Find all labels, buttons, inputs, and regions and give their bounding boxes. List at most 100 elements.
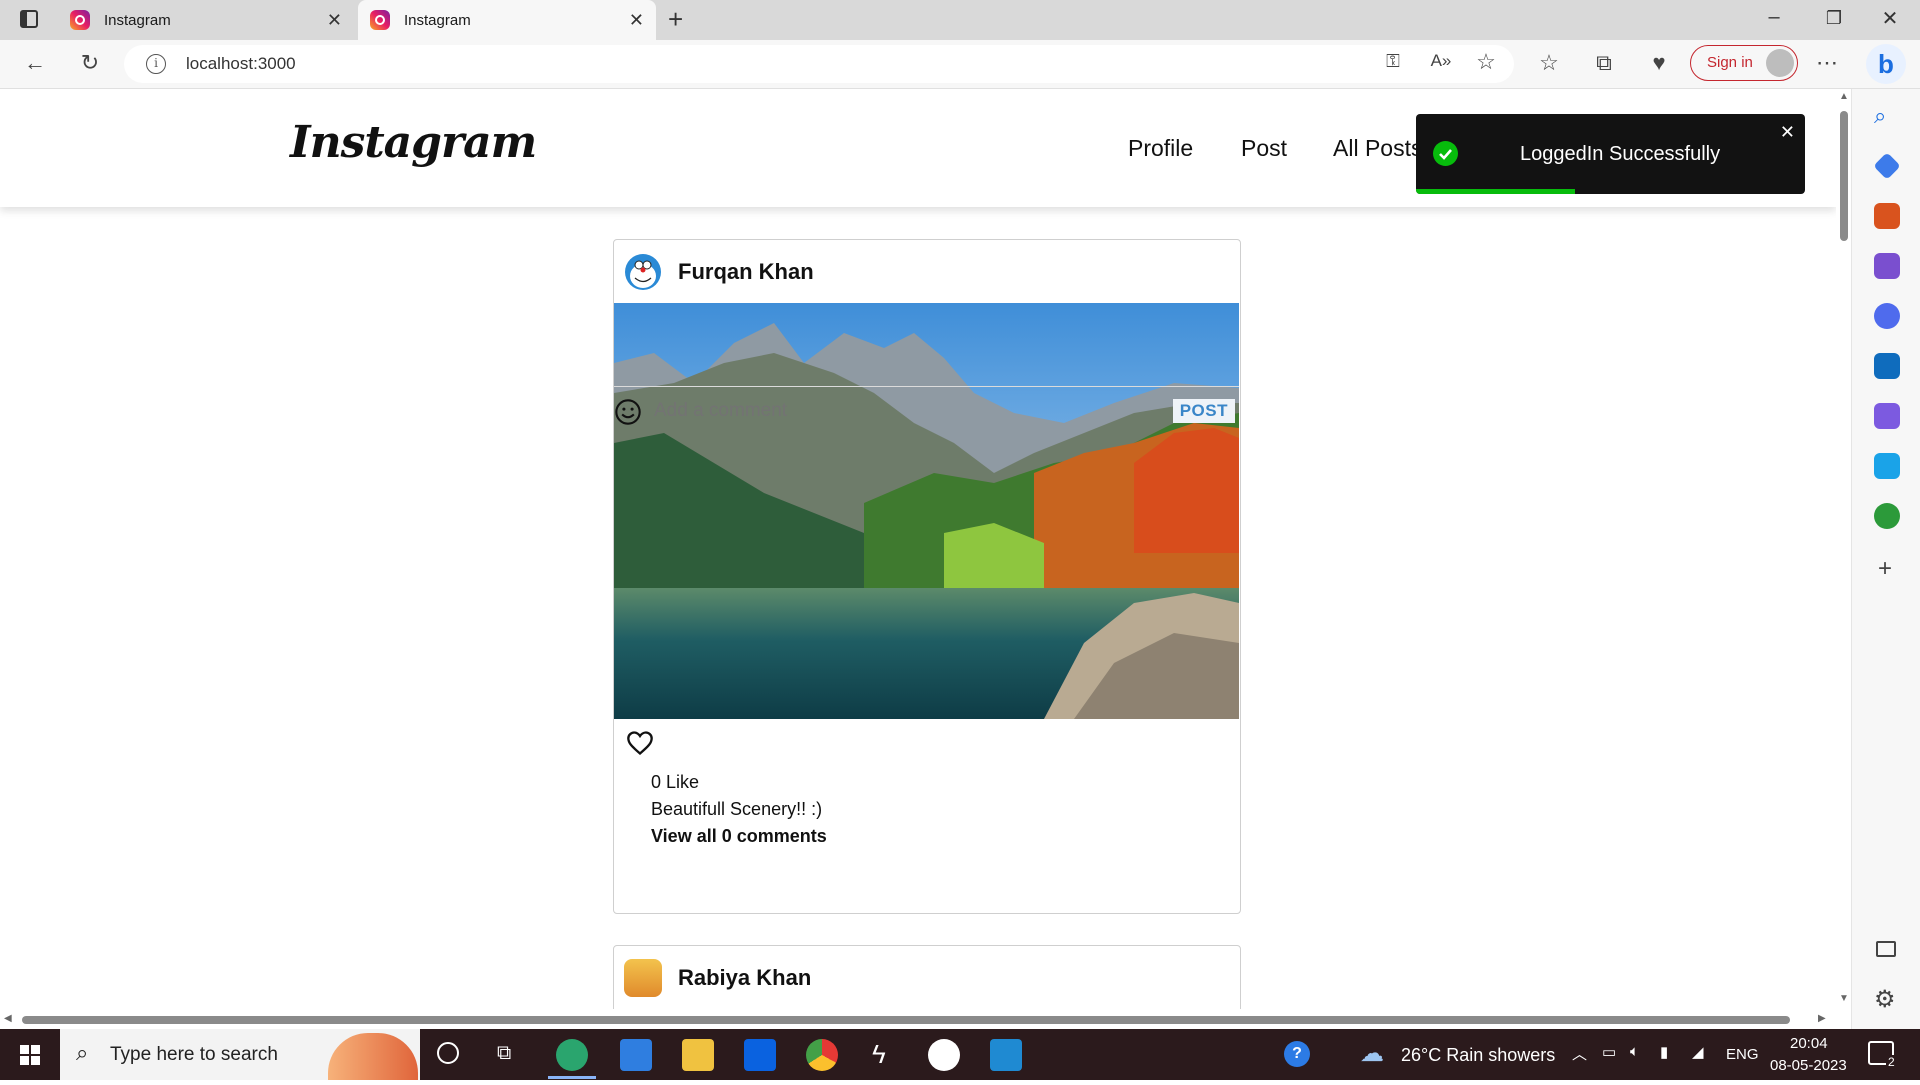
nav-post[interactable]: Post — [1241, 135, 1287, 162]
profile-avatar-icon — [1766, 49, 1794, 77]
nav-profile[interactable]: Profile — [1128, 135, 1193, 162]
vertical-scrollbar[interactable]: ▲ ▼ — [1836, 89, 1851, 1009]
post-header: Furqan Khan — [614, 240, 1240, 303]
post-comment-button[interactable]: POST — [1172, 399, 1235, 423]
send-icon[interactable] — [1874, 453, 1900, 479]
toast-notification: LoggedIn Successfully ✕ — [1416, 114, 1805, 194]
comment-input[interactable] — [654, 394, 1144, 428]
lightning-app-icon[interactable]: ϟ — [872, 1039, 886, 1070]
file-explorer-icon[interactable] — [682, 1039, 714, 1071]
success-check-icon — [1433, 141, 1458, 166]
read-aloud-icon[interactable]: A» — [1426, 51, 1456, 71]
key-icon[interactable]: ⚿ — [1378, 51, 1408, 72]
mail-app-icon[interactable] — [620, 1039, 652, 1071]
help-icon[interactable]: ? — [1284, 1041, 1310, 1067]
maximize-icon[interactable]: ❐ — [1814, 8, 1854, 29]
like-count: 0 Like — [651, 772, 700, 792]
scroll-right-icon[interactable]: ▶ — [1818, 1013, 1826, 1024]
tab-actions-icon[interactable] — [20, 10, 38, 28]
add-favorite-icon[interactable]: ☆ — [1471, 49, 1501, 75]
site-info-icon[interactable]: i — [146, 54, 166, 74]
view-comments-link[interactable]: View all 0 comments — [651, 826, 827, 847]
network-icon[interactable]: ▭ — [1602, 1043, 1616, 1061]
show-hidden-icons-icon[interactable]: ︿ — [1572, 1043, 1587, 1064]
sidebar-toggle-icon[interactable] — [1876, 941, 1896, 957]
instagram-favicon-icon — [70, 10, 90, 30]
cortana-icon[interactable] — [437, 1042, 459, 1064]
instagram-favicon-icon — [370, 10, 390, 30]
start-button[interactable] — [0, 1029, 60, 1080]
author-avatar[interactable] — [624, 253, 662, 291]
emoji-icon[interactable] — [614, 398, 642, 426]
tab-instagram-2[interactable]: Instagram ✕ — [358, 0, 656, 40]
outlook-icon[interactable] — [1874, 353, 1900, 379]
edge-app-icon[interactable] — [556, 1039, 588, 1071]
toast-close-icon[interactable]: ✕ — [1780, 122, 1795, 143]
search-icon: ⌕ — [76, 1040, 89, 1065]
shopping-icon[interactable] — [1873, 152, 1901, 180]
browser-essentials-icon[interactable]: ♥ — [1644, 50, 1674, 76]
instagram-logo[interactable]: Instagram — [290, 117, 537, 168]
author-name[interactable]: Rabiya Khan — [678, 965, 811, 991]
clock-time[interactable]: 20:04 — [1790, 1035, 1828, 1052]
wordweb-app-icon[interactable] — [928, 1039, 960, 1071]
tab-instagram-1[interactable]: Instagram ✕ — [58, 0, 354, 40]
taskbar-search[interactable]: ⌕ Type here to search — [60, 1029, 420, 1080]
post-image[interactable] — [614, 303, 1239, 719]
weather-text[interactable]: 26°C Rain showers — [1401, 1045, 1555, 1066]
language-indicator[interactable]: ENG — [1726, 1046, 1759, 1063]
designer-icon[interactable] — [1874, 403, 1900, 429]
volume-icon[interactable]: 🔈︎ — [1630, 1043, 1639, 1060]
horizontal-scrollbar[interactable]: ◀ ▶ — [0, 1009, 1836, 1029]
refresh-icon[interactable]: ↻ — [75, 50, 105, 76]
active-app-underline — [548, 1076, 596, 1079]
battery-icon[interactable]: ▮ — [1660, 1043, 1668, 1061]
games-icon[interactable] — [1874, 253, 1900, 279]
browser-toolbar: ← ↻ i localhost:3000 ⚿ A» ☆ ☆ ⧉ ♥ Sign i… — [0, 40, 1920, 89]
close-window-icon[interactable]: ✕ — [1870, 6, 1910, 31]
bing-chat-icon[interactable]: b — [1866, 44, 1906, 84]
search-icon[interactable]: ⌕ — [1874, 103, 1886, 129]
favorites-icon[interactable]: ☆ — [1534, 50, 1564, 76]
scroll-up-icon[interactable]: ▲ — [1839, 91, 1849, 102]
edge-sidebar: ⌕ + ⚙ — [1851, 89, 1920, 1029]
post-card: Furqan Khan 0 Like Beautifull Scenery!! … — [613, 239, 1241, 914]
tree-icon[interactable] — [1874, 503, 1900, 529]
search-highlight-icon — [328, 1033, 418, 1080]
toast-message: LoggedIn Successfully — [1520, 143, 1721, 165]
vertical-scroll-thumb[interactable] — [1840, 111, 1848, 241]
post-caption: Beautifull Scenery!! :) — [651, 799, 823, 819]
scroll-down-icon[interactable]: ▼ — [1839, 993, 1849, 1004]
minimize-icon[interactable]: – — [1754, 6, 1794, 29]
add-icon[interactable]: + — [1878, 555, 1892, 583]
collections-icon[interactable]: ⧉ — [1589, 50, 1619, 76]
horizontal-scroll-thumb[interactable] — [22, 1016, 1790, 1024]
like-heart-icon[interactable] — [626, 729, 654, 757]
close-tab-icon[interactable]: ✕ — [629, 10, 644, 31]
author-avatar[interactable] — [624, 958, 662, 997]
vscode-app-icon[interactable] — [990, 1039, 1022, 1071]
nav-all-posts[interactable]: All Posts — [1333, 135, 1422, 162]
sign-in-label: Sign in — [1707, 54, 1753, 71]
address-bar[interactable]: i localhost:3000 ⚿ A» ☆ — [124, 45, 1514, 83]
url-text: localhost:3000 — [186, 54, 296, 73]
windows-taskbar: ⌕ Type here to search ⧉ ϟ ? ☁ 26°C Rain … — [0, 1029, 1920, 1080]
more-options-icon[interactable]: ⋯ — [1812, 50, 1842, 76]
taskbar-search-placeholder: Type here to search — [110, 1044, 278, 1065]
task-view-icon[interactable]: ⧉ — [497, 1042, 511, 1065]
tools-icon[interactable] — [1874, 203, 1900, 229]
post-header: Rabiya Khan — [614, 946, 1240, 1009]
settings-gear-icon[interactable]: ⚙ — [1874, 985, 1896, 1014]
new-tab-icon[interactable]: + — [668, 4, 683, 35]
microsoft-365-icon[interactable] — [1874, 303, 1900, 329]
weather-icon[interactable]: ☁ — [1360, 1039, 1384, 1068]
sign-in-button[interactable]: Sign in — [1690, 45, 1798, 81]
close-tab-icon[interactable]: ✕ — [327, 10, 342, 31]
dropbox-app-icon[interactable] — [744, 1039, 776, 1071]
back-icon[interactable]: ← — [20, 50, 50, 76]
chrome-app-icon[interactable] — [806, 1039, 838, 1071]
scroll-left-icon[interactable]: ◀ — [4, 1013, 12, 1024]
wifi-icon[interactable]: ◢ — [1692, 1043, 1704, 1061]
clock-date[interactable]: 08-05-2023 — [1770, 1057, 1847, 1074]
author-name[interactable]: Furqan Khan — [678, 259, 814, 285]
